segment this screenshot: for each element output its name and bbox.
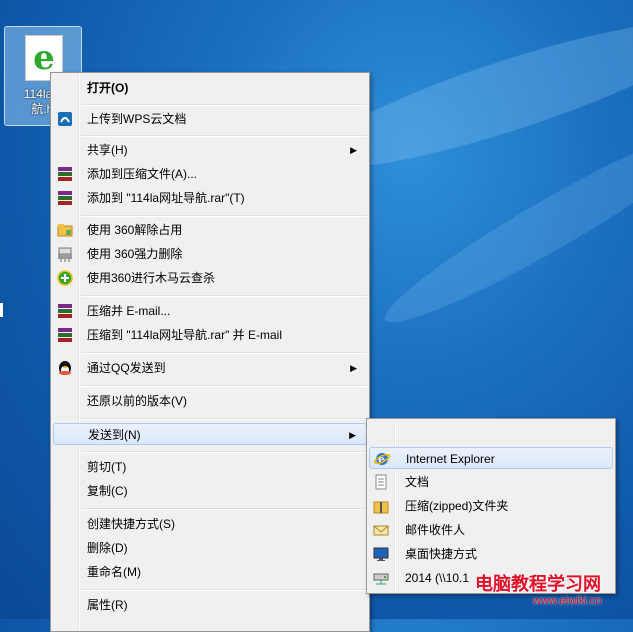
- menu-item-label: 共享(H): [87, 143, 128, 157]
- menu-item-label: 使用 360解除占用: [87, 223, 183, 237]
- menu-item-label: 文档: [405, 475, 430, 489]
- menu-item-upload-wps[interactable]: 上传到WPS云文档: [53, 108, 367, 130]
- menu-item-360-scan[interactable]: 使用360进行木马云查杀: [53, 267, 367, 289]
- winrar-icon: [57, 327, 73, 343]
- menu-separator: [81, 451, 367, 453]
- menu-item-label: 发送到(N): [88, 428, 141, 442]
- submenu-arrow-icon: ▶: [350, 363, 357, 373]
- context-menu: 打开(O) 上传到WPS云文档 共享(H) ▶ 添加到压缩文件(A)... 添加…: [50, 72, 370, 632]
- internet-explorer-icon: e: [373, 451, 391, 467]
- menu-separator: [81, 215, 367, 217]
- menu-separator: [81, 385, 367, 387]
- text-cursor: [0, 303, 3, 317]
- menu-item-label: 创建快捷方式(S): [87, 517, 175, 531]
- menu-separator: [81, 352, 367, 354]
- desktop-shortcut-icon: [373, 546, 389, 562]
- menu-item-send-via-qq[interactable]: 通过QQ发送到 ▶: [53, 357, 367, 379]
- 360-scan-icon: [57, 270, 73, 286]
- mail-recipient-icon: [373, 522, 389, 538]
- menu-item-label: 添加到 "114la网址导航.rar"(T): [87, 191, 245, 205]
- ie-e-logo-icon: e: [33, 38, 55, 78]
- menu-item-delete[interactable]: 删除(D): [53, 537, 367, 559]
- winrar-icon: [57, 190, 73, 206]
- send-to-documents[interactable]: 文档: [369, 471, 613, 493]
- menu-item-360-force-delete[interactable]: 使用 360强力删除: [53, 243, 367, 265]
- menu-item-rename[interactable]: 重命名(M): [53, 561, 367, 583]
- menu-item-label: 上传到WPS云文档: [87, 112, 187, 126]
- menu-item-copy[interactable]: 复制(C): [53, 480, 367, 502]
- network-drive-icon: [373, 570, 389, 586]
- menu-item-label: 重命名(M): [87, 565, 141, 579]
- menu-item-label: 桌面快捷方式: [405, 547, 478, 561]
- winrar-icon: [57, 303, 73, 319]
- menu-item-label: 复制(C): [87, 484, 128, 498]
- menu-item-label: 2014 (\\10.1: [405, 571, 470, 585]
- watermark-title: 电脑教程学习网: [475, 574, 601, 594]
- watermark-url: www.etwiki.cn: [533, 595, 602, 607]
- wps-cloud-icon: [57, 111, 73, 127]
- menu-separator: [81, 418, 367, 420]
- menu-item-label: 通过QQ发送到: [87, 361, 166, 375]
- documents-icon: [373, 474, 389, 490]
- menu-item-add-to-rar[interactable]: 添加到 "114la网址导航.rar"(T): [53, 187, 367, 209]
- menu-separator: [81, 135, 367, 137]
- menu-item-label: 压缩并 E-mail...: [87, 304, 171, 318]
- menu-item-label: 邮件收件人: [405, 523, 466, 537]
- submenu-arrow-icon: ▶: [349, 430, 356, 440]
- menu-item-add-archive[interactable]: 添加到压缩文件(A)...: [53, 163, 367, 185]
- menu-item-label: 还原以前的版本(V): [87, 394, 187, 408]
- send-to-zip-folder[interactable]: 压缩(zipped)文件夹: [369, 495, 613, 517]
- menu-item-share[interactable]: 共享(H) ▶: [53, 139, 367, 161]
- send-to-submenu: e Internet Explorer 文档 压缩(zipped)文件夹 邮件收…: [366, 418, 616, 594]
- menu-separator: [81, 104, 367, 106]
- zip-folder-icon: [373, 498, 389, 514]
- menu-item-label: 打开(O): [87, 81, 129, 95]
- menu-separator: [81, 295, 367, 297]
- menu-item-label: 压缩(zipped)文件夹: [405, 499, 509, 513]
- send-to-mail-recipient[interactable]: 邮件收件人: [369, 519, 613, 541]
- menu-item-open[interactable]: 打开(O): [53, 77, 367, 99]
- menu-item-label: 剪切(T): [87, 460, 127, 474]
- menu-item-compress-to-rar-email[interactable]: 压缩到 "114la网址导航.rar" 并 E-mail: [53, 324, 367, 346]
- winrar-icon: [57, 166, 73, 182]
- send-to-desktop-shortcut[interactable]: 桌面快捷方式: [369, 543, 613, 565]
- menu-item-properties[interactable]: 属性(R): [53, 594, 367, 616]
- menu-item-create-shortcut[interactable]: 创建快捷方式(S): [53, 513, 367, 535]
- menu-item-compress-email[interactable]: 压缩并 E-mail...: [53, 300, 367, 322]
- menu-item-label: Internet Explorer: [406, 452, 495, 466]
- menu-item-send-to[interactable]: 发送到(N) ▶: [53, 423, 367, 445]
- menu-item-label: 属性(R): [87, 598, 128, 612]
- menu-item-label: 压缩到 "114la网址导航.rar" 并 E-mail: [87, 328, 282, 342]
- menu-item-label: 使用360进行木马云查杀: [87, 271, 216, 285]
- menu-item-label: 删除(D): [87, 541, 128, 555]
- menu-item-label: 使用 360强力删除: [87, 247, 183, 261]
- menu-item-restore-previous[interactable]: 还原以前的版本(V): [53, 390, 367, 412]
- menu-separator: [81, 508, 367, 510]
- send-to-internet-explorer[interactable]: e Internet Explorer: [369, 447, 613, 469]
- menu-item-360-unlock[interactable]: 使用 360解除占用: [53, 219, 367, 241]
- menu-separator: [81, 589, 367, 591]
- submenu-arrow-icon: ▶: [350, 145, 357, 155]
- folder-unlock-icon: [57, 222, 73, 238]
- menu-item-cut[interactable]: 剪切(T): [53, 456, 367, 478]
- qq-penguin-icon: [57, 360, 73, 376]
- shredder-icon: [57, 246, 73, 262]
- menu-item-label: 添加到压缩文件(A)...: [87, 167, 197, 181]
